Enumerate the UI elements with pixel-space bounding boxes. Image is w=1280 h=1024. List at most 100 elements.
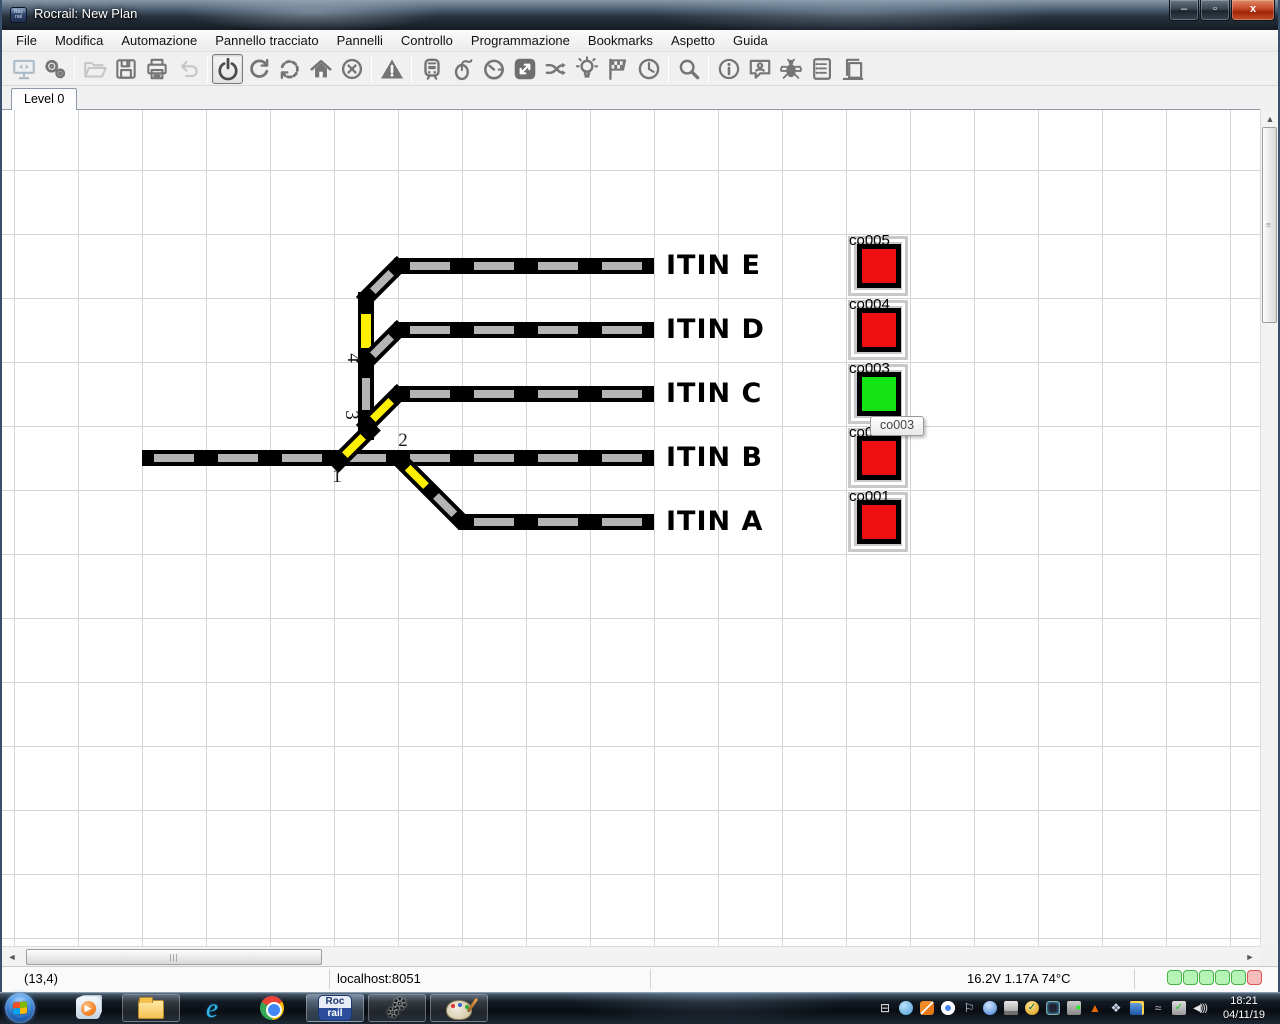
menu-pannello-tracciato[interactable]: Pannello tracciato <box>206 31 327 50</box>
status-led-green <box>1215 970 1230 985</box>
power-button[interactable] <box>212 54 243 84</box>
chrome-mini-icon[interactable] <box>940 1000 956 1016</box>
taskbar: ▶ e Rocrail ⊟ ⚐ ✓ ● ▲ ❖ ≈ ✓ ◀))) 18:21 0… <box>0 992 1280 1024</box>
card-check-icon[interactable]: ✓ <box>1171 1000 1187 1016</box>
volume-icon[interactable]: ◀))) <box>1192 1000 1208 1016</box>
horizontal-scrollbar[interactable]: ◄ ||| ► <box>2 946 1260 966</box>
output-button[interactable] <box>571 54 602 84</box>
debug-button[interactable] <box>775 54 806 84</box>
network-icon[interactable]: ⊟ <box>877 1000 893 1016</box>
status-led-green <box>1183 970 1198 985</box>
refresh-button[interactable] <box>243 54 274 84</box>
routes-button[interactable] <box>509 54 540 84</box>
tab-level-0[interactable]: Level 0 <box>11 88 77 110</box>
output-co001[interactable]: co001 <box>848 492 908 552</box>
log-button[interactable] <box>806 54 837 84</box>
home-button[interactable] <box>305 54 336 84</box>
menu-modifica[interactable]: Modifica <box>46 31 112 50</box>
output-co004[interactable]: co004 <box>848 300 908 360</box>
cancel-circle-icon <box>339 56 365 82</box>
scroll-left-arrow[interactable]: ◄ <box>3 948 21 966</box>
close-button[interactable]: x <box>1231 0 1275 21</box>
tabstrip: Level 0 <box>2 86 1278 110</box>
throttle-button[interactable] <box>447 54 478 84</box>
switch-4-label: 4 <box>342 347 364 369</box>
taskbar-rocrail-button[interactable]: Rocrail <box>306 994 364 1022</box>
info-button[interactable] <box>713 54 744 84</box>
usb-eject-icon[interactable]: ● <box>1066 1000 1082 1016</box>
toolbar <box>2 52 1278 86</box>
track-itin-c[interactable] <box>394 386 654 402</box>
menu-controllo[interactable]: Controllo <box>392 31 462 50</box>
track-plan-canvas[interactable]: 1 2 3 4 ITIN E ITIN D ITIN C ITIN B ITIN… <box>2 110 1262 946</box>
update-check-icon[interactable]: ✓ <box>1024 1000 1040 1016</box>
scroll-right-arrow[interactable]: ► <box>1241 948 1259 966</box>
toolbar-separator <box>411 56 412 82</box>
support-button[interactable] <box>744 54 775 84</box>
save-icon <box>113 56 139 82</box>
locomotives-button[interactable] <box>416 54 447 84</box>
taskbar-rocrail-server-button[interactable] <box>368 994 426 1022</box>
save-button[interactable] <box>110 54 141 84</box>
print-button[interactable] <box>141 54 172 84</box>
menu-automazione[interactable]: Automazione <box>112 31 206 50</box>
output-co005[interactable]: co005 <box>848 236 908 296</box>
menu-aspetto[interactable]: Aspetto <box>662 31 724 50</box>
taskbar-clock[interactable]: 18:21 04/11/19 <box>1212 994 1276 1022</box>
bug-icon <box>778 56 804 82</box>
user-icon[interactable] <box>982 1000 998 1016</box>
menu-programmazione[interactable]: Programmazione <box>462 31 579 50</box>
horizontal-scroll-thumb[interactable]: ||| <box>26 949 322 965</box>
speed-button[interactable] <box>478 54 509 84</box>
menu-bookmarks[interactable]: Bookmarks <box>579 31 662 50</box>
vlc-icon[interactable]: ▲ <box>1087 1000 1103 1016</box>
shuffle-button[interactable] <box>540 54 571 84</box>
open-button[interactable] <box>79 54 110 84</box>
search-button[interactable] <box>673 54 704 84</box>
output-co003[interactable]: co003 <box>848 364 908 424</box>
printer-icon[interactable] <box>1003 1000 1019 1016</box>
taskbar-explorer-button[interactable] <box>122 994 180 1022</box>
track-itin-d[interactable] <box>394 322 654 338</box>
settings-button[interactable] <box>39 54 70 84</box>
menu-guida[interactable]: Guida <box>724 31 777 50</box>
track-itin-e[interactable] <box>394 258 654 274</box>
copy-button[interactable] <box>837 54 868 84</box>
rocrail-icon: Rocrail <box>318 995 352 1021</box>
messenger-icon[interactable] <box>898 1000 914 1016</box>
undo-button[interactable] <box>172 54 203 84</box>
emergency-stop-button[interactable] <box>376 54 407 84</box>
status-separator <box>329 969 330 989</box>
taskbar-ie-button[interactable]: e <box>186 994 238 1022</box>
vertical-scrollbar[interactable]: ▲ ≡ ▼ <box>1260 110 1278 966</box>
disconnect-button[interactable] <box>336 54 367 84</box>
taskbar-wmp-button[interactable]: ▶ <box>62 994 114 1022</box>
clock-button[interactable] <box>633 54 664 84</box>
start-button[interactable] <box>5 993 35 1023</box>
wireless-icon[interactable]: ≈ <box>1150 1000 1166 1016</box>
vertical-scroll-thumb[interactable]: ≡ <box>1262 127 1277 323</box>
reset-button[interactable] <box>274 54 305 84</box>
taskbar-paint-button[interactable] <box>430 994 488 1022</box>
taskbar-chrome-button[interactable] <box>246 994 298 1022</box>
auto-start-button[interactable] <box>602 54 633 84</box>
routes-icon <box>512 56 538 82</box>
curve-to-itin-e[interactable] <box>356 256 408 308</box>
track-itin-a[interactable] <box>458 514 654 530</box>
maximize-button[interactable]: ▫ <box>1200 0 1230 21</box>
output-co002[interactable]: co002 <box>848 428 908 488</box>
titlebar[interactable]: Rocrail Rocrail: New Plan – ▫ x <box>2 0 1278 30</box>
menu-pannelli[interactable]: Pannelli <box>328 31 392 50</box>
java-icon[interactable] <box>919 1000 935 1016</box>
info-icon <box>716 56 742 82</box>
minimize-button[interactable]: – <box>1169 0 1199 21</box>
action-center-flag-icon[interactable]: ⚐ <box>961 1000 977 1016</box>
network-key-icon[interactable] <box>1129 1000 1145 1016</box>
workspace-button[interactable] <box>8 54 39 84</box>
menu-file[interactable]: File <box>7 31 46 50</box>
scroll-up-arrow[interactable]: ▲ <box>1261 110 1279 128</box>
train-icon <box>419 56 445 82</box>
checkered-flag-icon <box>605 56 631 82</box>
display-icon[interactable] <box>1045 1000 1061 1016</box>
dropbox-icon[interactable]: ❖ <box>1108 1000 1124 1016</box>
